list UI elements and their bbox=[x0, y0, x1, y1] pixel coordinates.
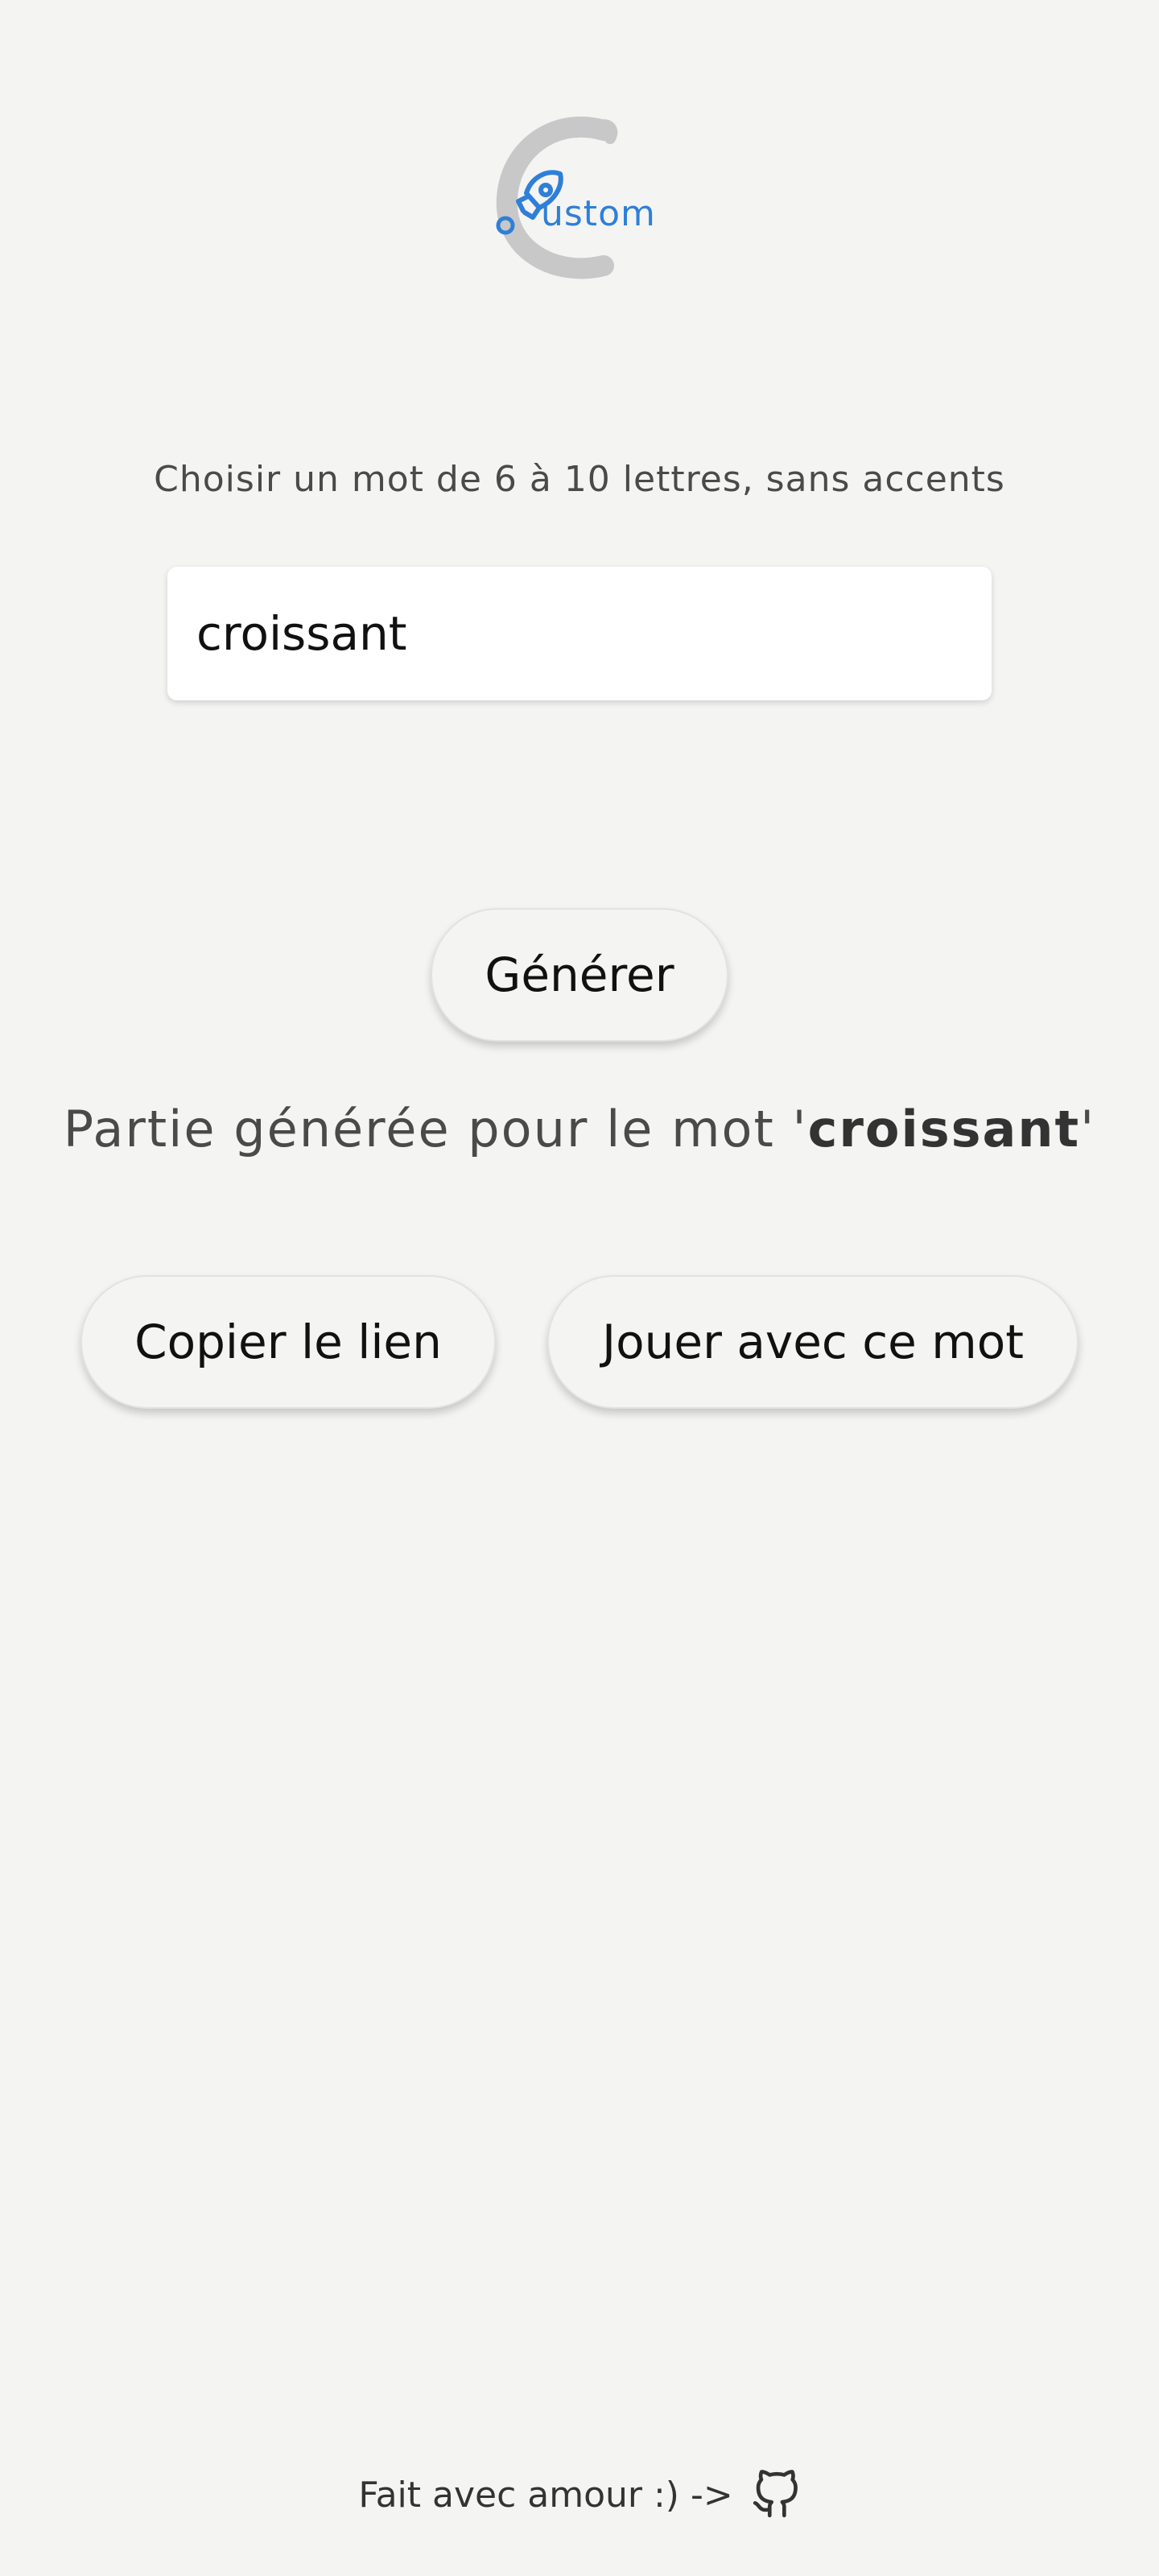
result-message: Partie générée pour le mot 'croissant' bbox=[0, 1100, 1159, 1158]
footer-text: Fait avec amour :) -> bbox=[358, 2474, 733, 2516]
footer: Fait avec amour :) -> bbox=[0, 2470, 1159, 2520]
instruction-text: Choisir un mot de 6 à 10 lettres, sans a… bbox=[154, 459, 1005, 500]
play-word-button[interactable]: Jouer avec ce mot bbox=[547, 1275, 1079, 1409]
copy-link-button[interactable]: Copier le lien bbox=[80, 1275, 496, 1409]
logo-text: ustom bbox=[541, 193, 656, 234]
result-word: croissant bbox=[807, 1100, 1081, 1158]
app-logo: ustom bbox=[483, 113, 676, 290]
result-quote-close: ' bbox=[1080, 1100, 1096, 1158]
word-input[interactable] bbox=[167, 567, 992, 700]
generate-button[interactable]: Générer bbox=[431, 908, 728, 1042]
logo-graphic: ustom bbox=[496, 116, 656, 279]
result-quote-open: ' bbox=[792, 1100, 808, 1158]
result-prefix: Partie générée pour le mot bbox=[63, 1100, 793, 1158]
github-icon[interactable] bbox=[751, 2470, 801, 2520]
